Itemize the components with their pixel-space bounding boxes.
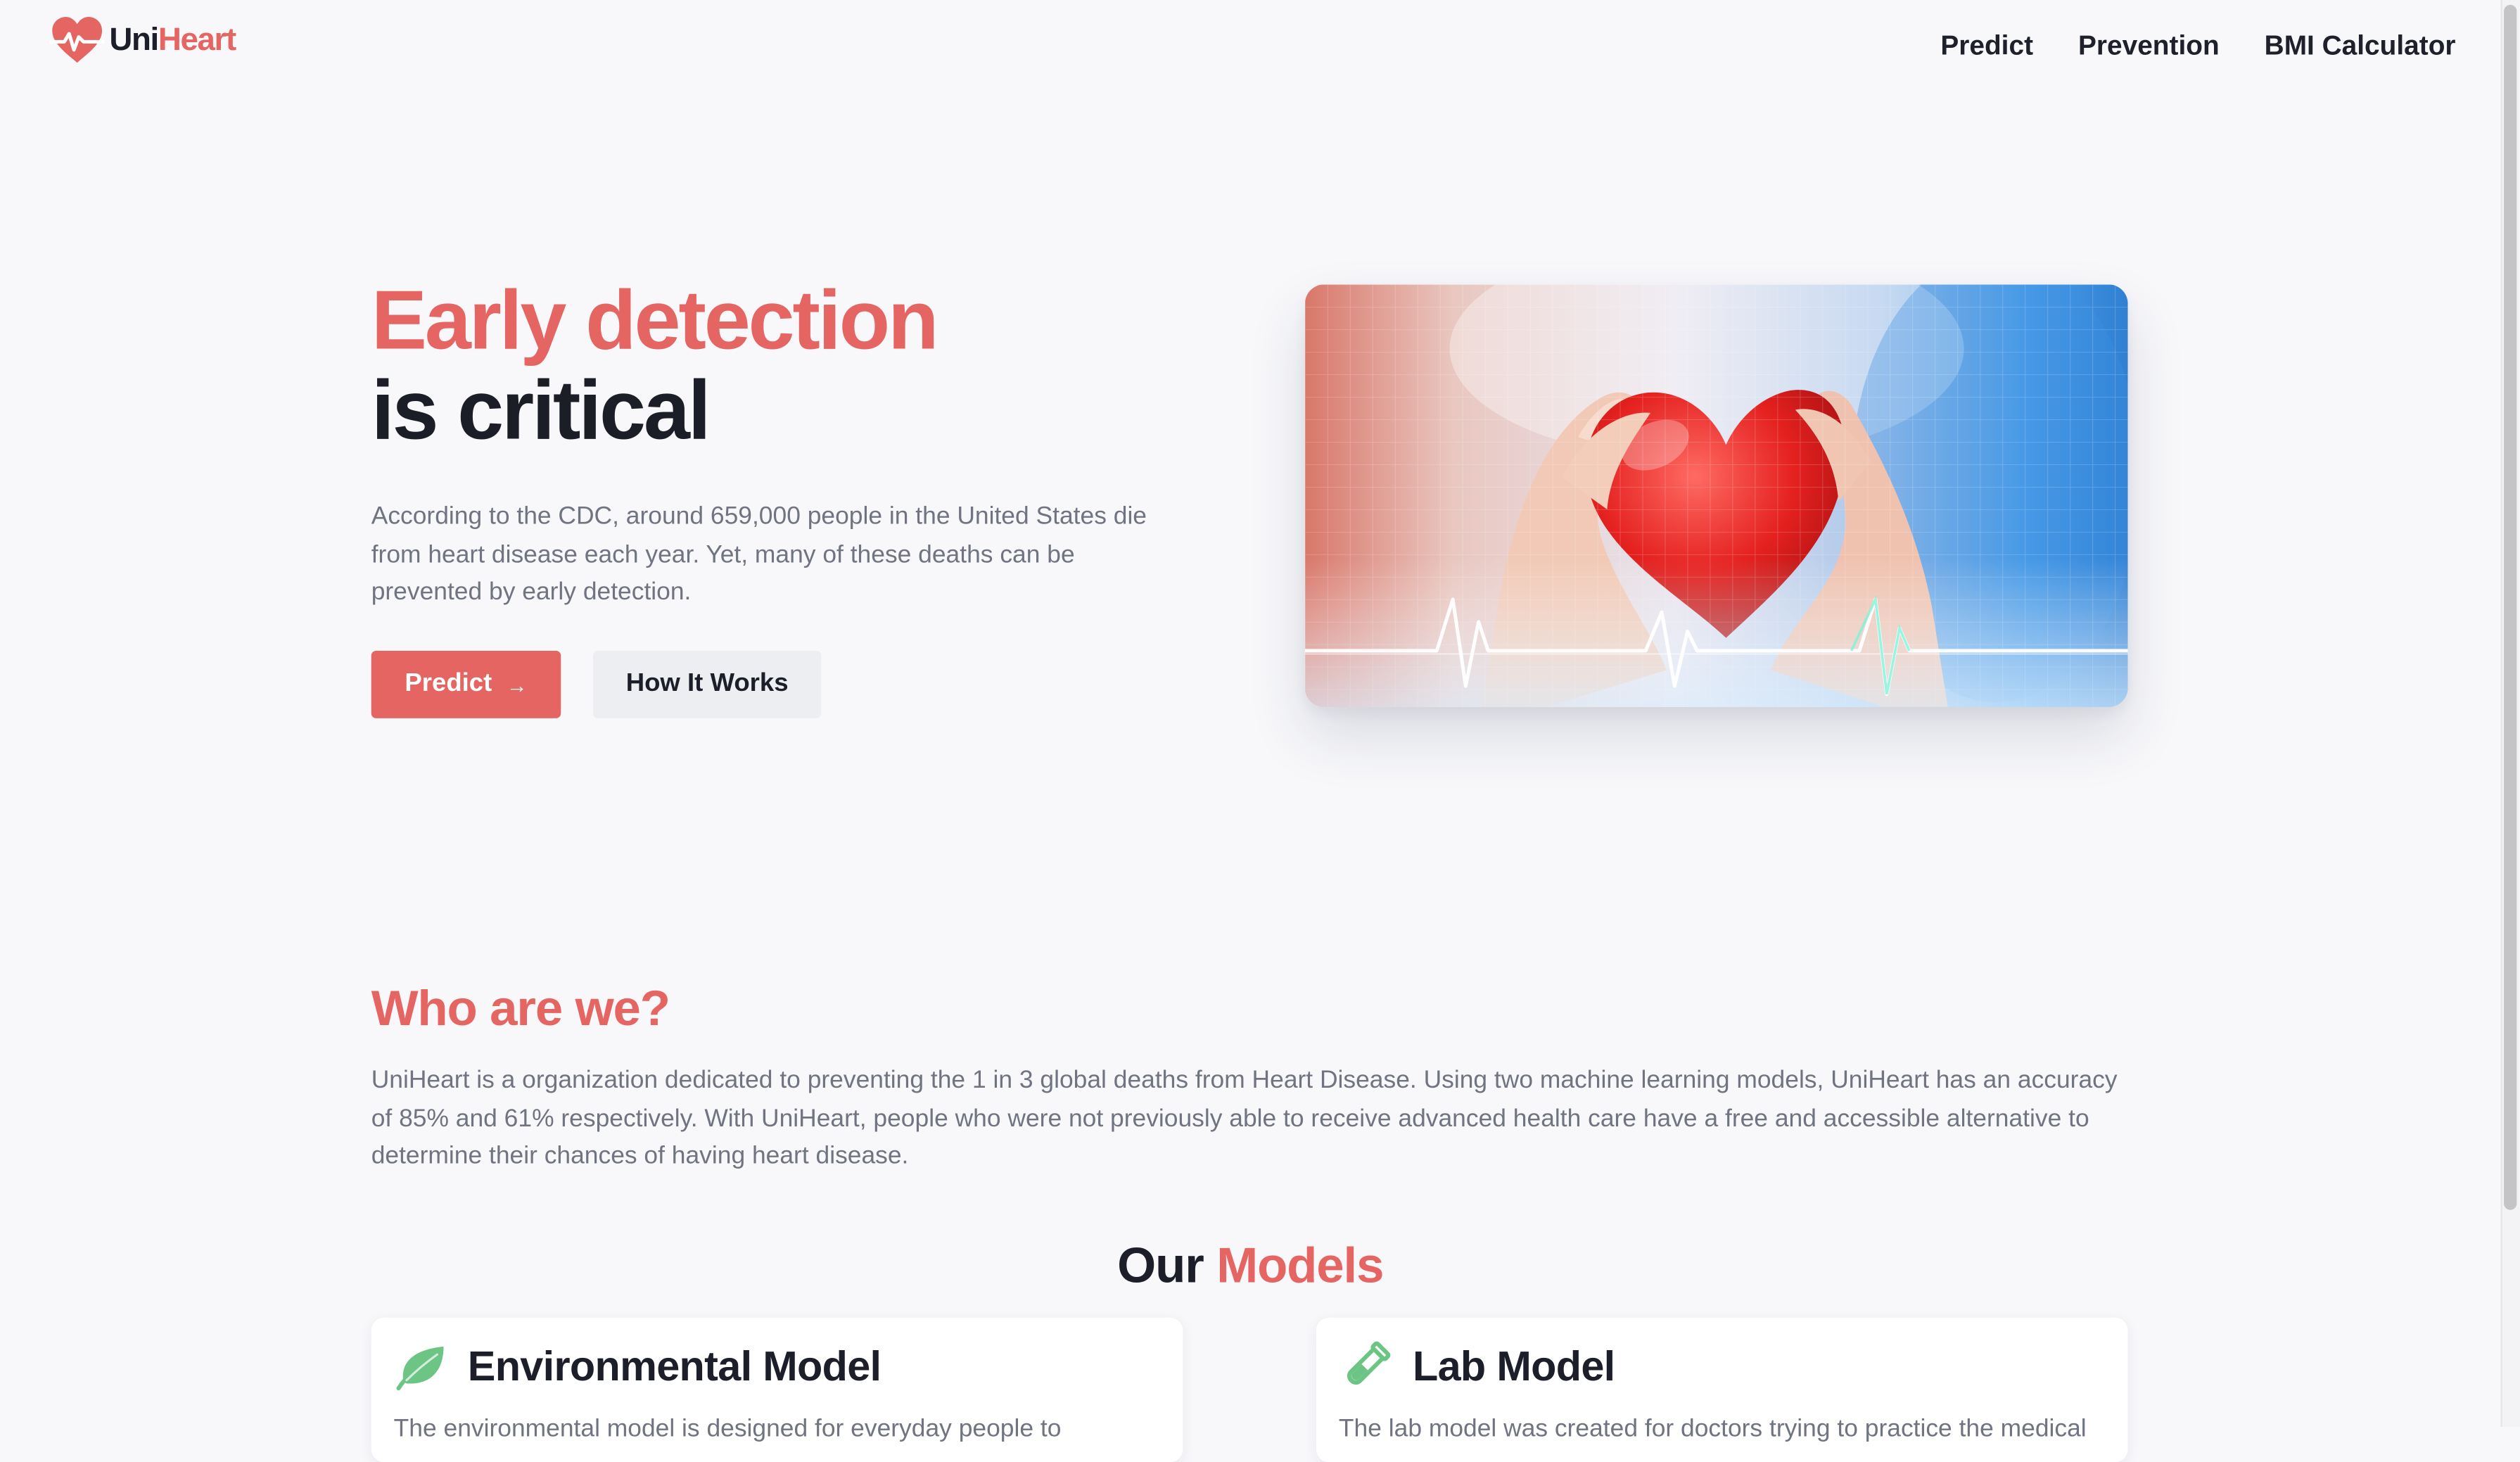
model-card-title: Environmental Model: [467, 1341, 882, 1390]
predict-button[interactable]: Predict →: [371, 650, 561, 718]
hero-description: According to the CDC, around 659,000 peo…: [371, 502, 1147, 606]
how-it-works-button[interactable]: How It Works: [592, 650, 822, 718]
page: UniHeart Predict Prevention BMI Calculat…: [0, 0, 2520, 1462]
model-card-title: Lab Model: [1412, 1341, 1615, 1390]
nav-link-predict[interactable]: Predict: [1940, 29, 2033, 64]
nav-link-prevention[interactable]: Prevention: [2078, 29, 2220, 64]
model-card-text: The lab model was created for doctors tr…: [1338, 1416, 2087, 1443]
logo-text-heart: Heart: [158, 22, 236, 58]
scrollbar-thumb[interactable]: [2504, 4, 2517, 1210]
predict-button-label: Predict: [405, 670, 492, 698]
arrow-right-icon: →: [506, 672, 528, 697]
hero-title: Early detection is critical: [371, 274, 939, 458]
logo-text: UniHeart: [109, 22, 236, 58]
hero-title-line2: is critical: [371, 364, 711, 458]
model-card-lab[interactable]: Lab Model The lab model was created for …: [1316, 1317, 2128, 1462]
model-card-text: The environmental model is designed for …: [393, 1416, 1062, 1443]
nav-link-bmi-calculator[interactable]: BMI Calculator: [2265, 29, 2456, 64]
hero-image: [1304, 284, 2128, 707]
hero-title-line1: Early detection: [371, 274, 939, 368]
heart-in-hands-illustration: [1304, 284, 2128, 707]
models-title: Our Models: [0, 1231, 2501, 1301]
heart-pulse-icon: [49, 15, 105, 66]
test-tube-icon: [1339, 1340, 1392, 1393]
models-title-part2: Models: [1216, 1237, 1384, 1294]
model-card-environmental[interactable]: Environmental Model The environmental mo…: [371, 1317, 1183, 1462]
leaf-icon: [394, 1340, 447, 1393]
main-nav: Predict Prevention BMI Calculator: [1940, 29, 2455, 64]
about-body: UniHeart is a organization dedicated to …: [371, 1067, 2118, 1171]
logo-text-uni: Uni: [109, 22, 159, 58]
models-title-part1: Our: [1117, 1237, 1204, 1294]
logo[interactable]: UniHeart: [49, 15, 236, 66]
about-title: Who are we?: [371, 980, 670, 1037]
